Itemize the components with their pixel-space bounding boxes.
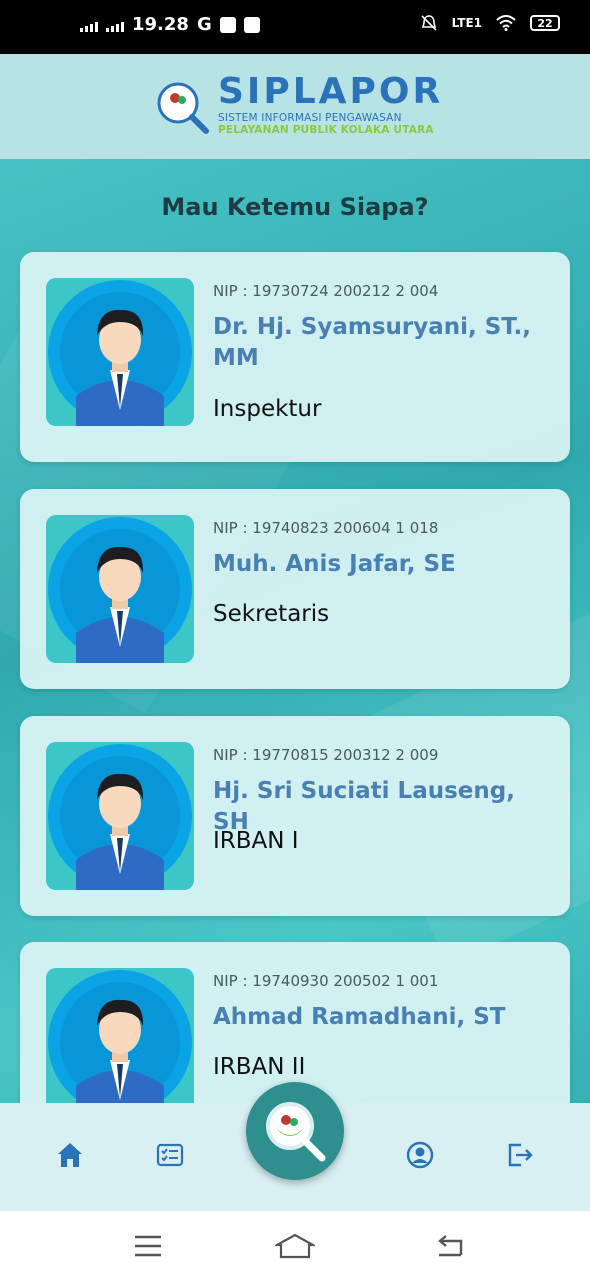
wifi-icon: [496, 15, 516, 31]
brand-title: SIPLAPOR: [218, 71, 444, 112]
official-card[interactable]: NIP : 19770815 200312 2 009 Hj. Sri Suci…: [20, 716, 570, 916]
brand-subtitle: SISTEM INFORMASI PENGAWASAN: [218, 112, 402, 124]
person-avatar-icon: [48, 744, 192, 890]
brand-tagline: PELAYANAN PUBLIK KOLAKA UTARA: [218, 124, 434, 136]
network-label: LTE1: [451, 16, 482, 30]
nip-text: NIP : 19770815 200312 2 009: [213, 746, 439, 764]
avatar: [46, 278, 194, 426]
search-fab-button[interactable]: [246, 1082, 344, 1180]
user-icon[interactable]: [405, 1140, 435, 1170]
page-title: Mau Ketemu Siapa?: [161, 193, 429, 221]
app-logo-icon: [157, 82, 209, 134]
nip-text: NIP : 19740930 200502 1 001: [213, 972, 439, 990]
official-role: IRBAN II: [213, 1054, 306, 1080]
avatar: [46, 515, 194, 663]
home-button-icon[interactable]: [275, 1233, 315, 1259]
official-role: Inspektur: [213, 396, 322, 422]
battery-icon: 22: [530, 15, 560, 31]
nip-text: NIP : 19730724 200212 2 004: [213, 282, 439, 300]
person-avatar-icon: [48, 280, 192, 426]
person-avatar-icon: [48, 970, 192, 1116]
app-brand: SIPLAPOR SISTEM INFORMASI PENGAWASAN PEL…: [218, 71, 448, 137]
signal-icon-2: [106, 18, 124, 32]
home-icon[interactable]: [55, 1140, 85, 1170]
google-icon: G: [196, 14, 212, 35]
mute-icon: [421, 15, 437, 31]
system-navigation-bar: [0, 1211, 590, 1280]
official-name: Ahmad Ramadhani, ST: [213, 1004, 506, 1030]
checklist-icon[interactable]: [155, 1140, 185, 1170]
avatar: [46, 742, 194, 890]
official-name: Dr. Hj. Syamsuryani, ST., MM: [213, 314, 531, 371]
nip-text: NIP : 19740823 200604 1 018: [213, 519, 439, 537]
official-card[interactable]: NIP : 19730724 200212 2 004 Dr. Hj. Syam…: [20, 252, 570, 462]
logout-icon[interactable]: [505, 1140, 535, 1170]
official-name: Muh. Anis Jafar, SE: [213, 551, 456, 577]
status-bar: 19.28 G LTE1 22: [0, 0, 590, 54]
menu-icon[interactable]: [133, 1233, 163, 1259]
official-role: Sekretaris: [213, 601, 330, 627]
official-role: IRBAN I: [213, 828, 299, 854]
back-icon[interactable]: [435, 1233, 465, 1259]
app-notification-icon: [219, 16, 236, 33]
search-logo-icon: [266, 1102, 326, 1162]
status-time: 19.28: [132, 14, 189, 35]
person-avatar-icon: [48, 517, 192, 663]
mail-icon: [243, 16, 260, 33]
avatar: [46, 968, 194, 1116]
official-card[interactable]: NIP : 19740823 200604 1 018 Muh. Anis Ja…: [20, 489, 570, 689]
signal-icon: [80, 18, 98, 32]
